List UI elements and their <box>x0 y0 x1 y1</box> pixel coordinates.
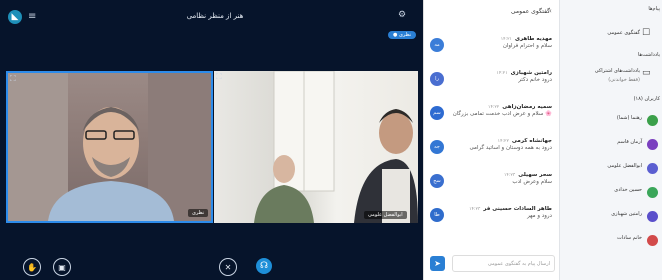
video-feed-person <box>8 73 211 221</box>
shared-notes-item[interactable]: یادداشت‌های اشتراکی <box>570 68 640 74</box>
camera-off-button[interactable]: ✕ <box>219 258 237 276</box>
user-avatar <box>647 235 658 246</box>
avatar: مه <box>430 38 444 52</box>
chat-back-icon[interactable]: ‹ <box>549 7 552 15</box>
video-tile-left[interactable]: ⛶ نظری <box>6 71 213 223</box>
send-button[interactable]: ➤ <box>430 256 445 271</box>
user-avatar <box>647 163 658 174</box>
messages-heading: پیام‌ها <box>648 6 660 12</box>
user-item[interactable]: ابوالفضل علومی <box>562 160 660 184</box>
message-text: درود به همه دوستان و اساتید گرامی <box>469 145 552 151</box>
chat-message: سم ۱۴:۲۲ سمیه رمضان‌زاهی سلام و عرض ادب خدم… <box>428 104 554 138</box>
message-text: سلام و احترام فراوان <box>502 43 552 49</box>
avatar: را <box>430 72 444 86</box>
user-name: ابوالفضل علومی <box>607 163 642 169</box>
avatar: طا <box>430 208 444 222</box>
app-logo-icon[interactable]: ◣ <box>8 10 22 24</box>
presenter-badge: ● نظری <box>388 31 417 39</box>
chat-title: گفتگوی عمومی <box>510 8 550 15</box>
chat-message: را ۱۴:۲۱ رامتین شهبازی درود خانم دکتر <box>428 70 554 104</box>
settings-icon[interactable]: ⚙ <box>398 10 406 20</box>
chat-message: سح ۱۴:۲۳ سحر سهیلی سلام وعرض ادب <box>428 172 554 206</box>
user-avatar <box>647 211 658 222</box>
chat-message: طا ۱۴:۲۳ طاهر السادات حسینی فر درود و مهر <box>428 206 554 240</box>
hand-raise-button[interactable]: ✋ <box>23 258 41 276</box>
user-item[interactable]: رامتین شهبازی <box>562 208 660 232</box>
message-time: ۱۴:۲۱ <box>496 71 508 76</box>
user-name: حسین خدادی <box>614 187 642 193</box>
chat-bubble-icon: ☐ <box>642 28 651 38</box>
notes-heading: یادداشت‌ها <box>637 52 660 58</box>
video-feed-people <box>254 71 418 223</box>
user-item[interactable]: حسین خدادی <box>562 184 660 208</box>
users-heading: کاربران (۱۸) <box>633 96 660 102</box>
video-label-left: نظری <box>188 209 209 217</box>
expand-right-icon[interactable]: ⛶ <box>216 72 222 82</box>
user-avatar <box>647 139 658 150</box>
avatar: سم <box>430 106 444 120</box>
message-text: سلام وعرض ادب <box>512 179 552 185</box>
public-chat-item[interactable]: گفتگوی عمومی <box>570 30 640 36</box>
user-name: رهنما (شما) <box>616 115 642 121</box>
menu-icon[interactable]: ≡ <box>28 11 36 22</box>
chat-message: جه ۱۴:۲۲ جهانشاه کرمی درود به همه دوستان و … <box>428 138 554 172</box>
video-tile-right[interactable]: ⛶ ابوالفضل علومی <box>214 71 418 223</box>
user-name: رامتین شهبازی <box>611 211 642 217</box>
user-name: آرمان قاسم <box>617 139 642 145</box>
user-avatar <box>647 115 658 126</box>
avatar: سح <box>430 174 444 188</box>
message-text: سلام و عرض ادب خدمت تمامی بزرگان 🌸 <box>452 111 552 117</box>
chat-message: مه ۱۴:۲۱ مهدیه طاهری سلام و احترام فراوان <box>428 36 554 70</box>
audio-button[interactable]: ☊ <box>256 258 272 274</box>
notes-icon: ▭ <box>642 68 651 78</box>
user-item[interactable]: خانم سادات <box>562 232 660 256</box>
user-item[interactable]: آرمان قاسم <box>562 136 660 160</box>
top-bar: ◣ ≡ هنر از منظر نظامی ⚙ <box>0 0 423 36</box>
chat-input[interactable]: ارسال پیام به گفتگوی عمومی <box>452 255 555 272</box>
share-screen-button[interactable]: ▣ <box>53 258 71 276</box>
user-avatar <box>647 187 658 198</box>
message-text: درود خانم دکتر <box>518 77 552 83</box>
video-label-right: ابوالفضل علومی <box>364 211 407 219</box>
message-text: درود و مهر <box>527 213 552 219</box>
shared-notes-sub: (فقط خواندنی) <box>608 77 640 83</box>
user-name: خانم سادات <box>617 235 642 241</box>
avatar: جه <box>430 140 444 154</box>
message-time: ۱۴:۲۳ <box>469 207 481 212</box>
user-item[interactable]: رهنما (شما) <box>562 112 660 136</box>
message-list: مه ۱۴:۲۱ مهدیه طاهری سلام و احترام فراوان را… <box>428 36 554 240</box>
room-title: هنر از منظر نظامی <box>186 12 244 20</box>
user-list: رهنما (شما) آرمان قاسم ابوالفضل علومی حسین … <box>562 112 660 256</box>
expand-left-icon[interactable]: ⛶ <box>10 74 16 84</box>
